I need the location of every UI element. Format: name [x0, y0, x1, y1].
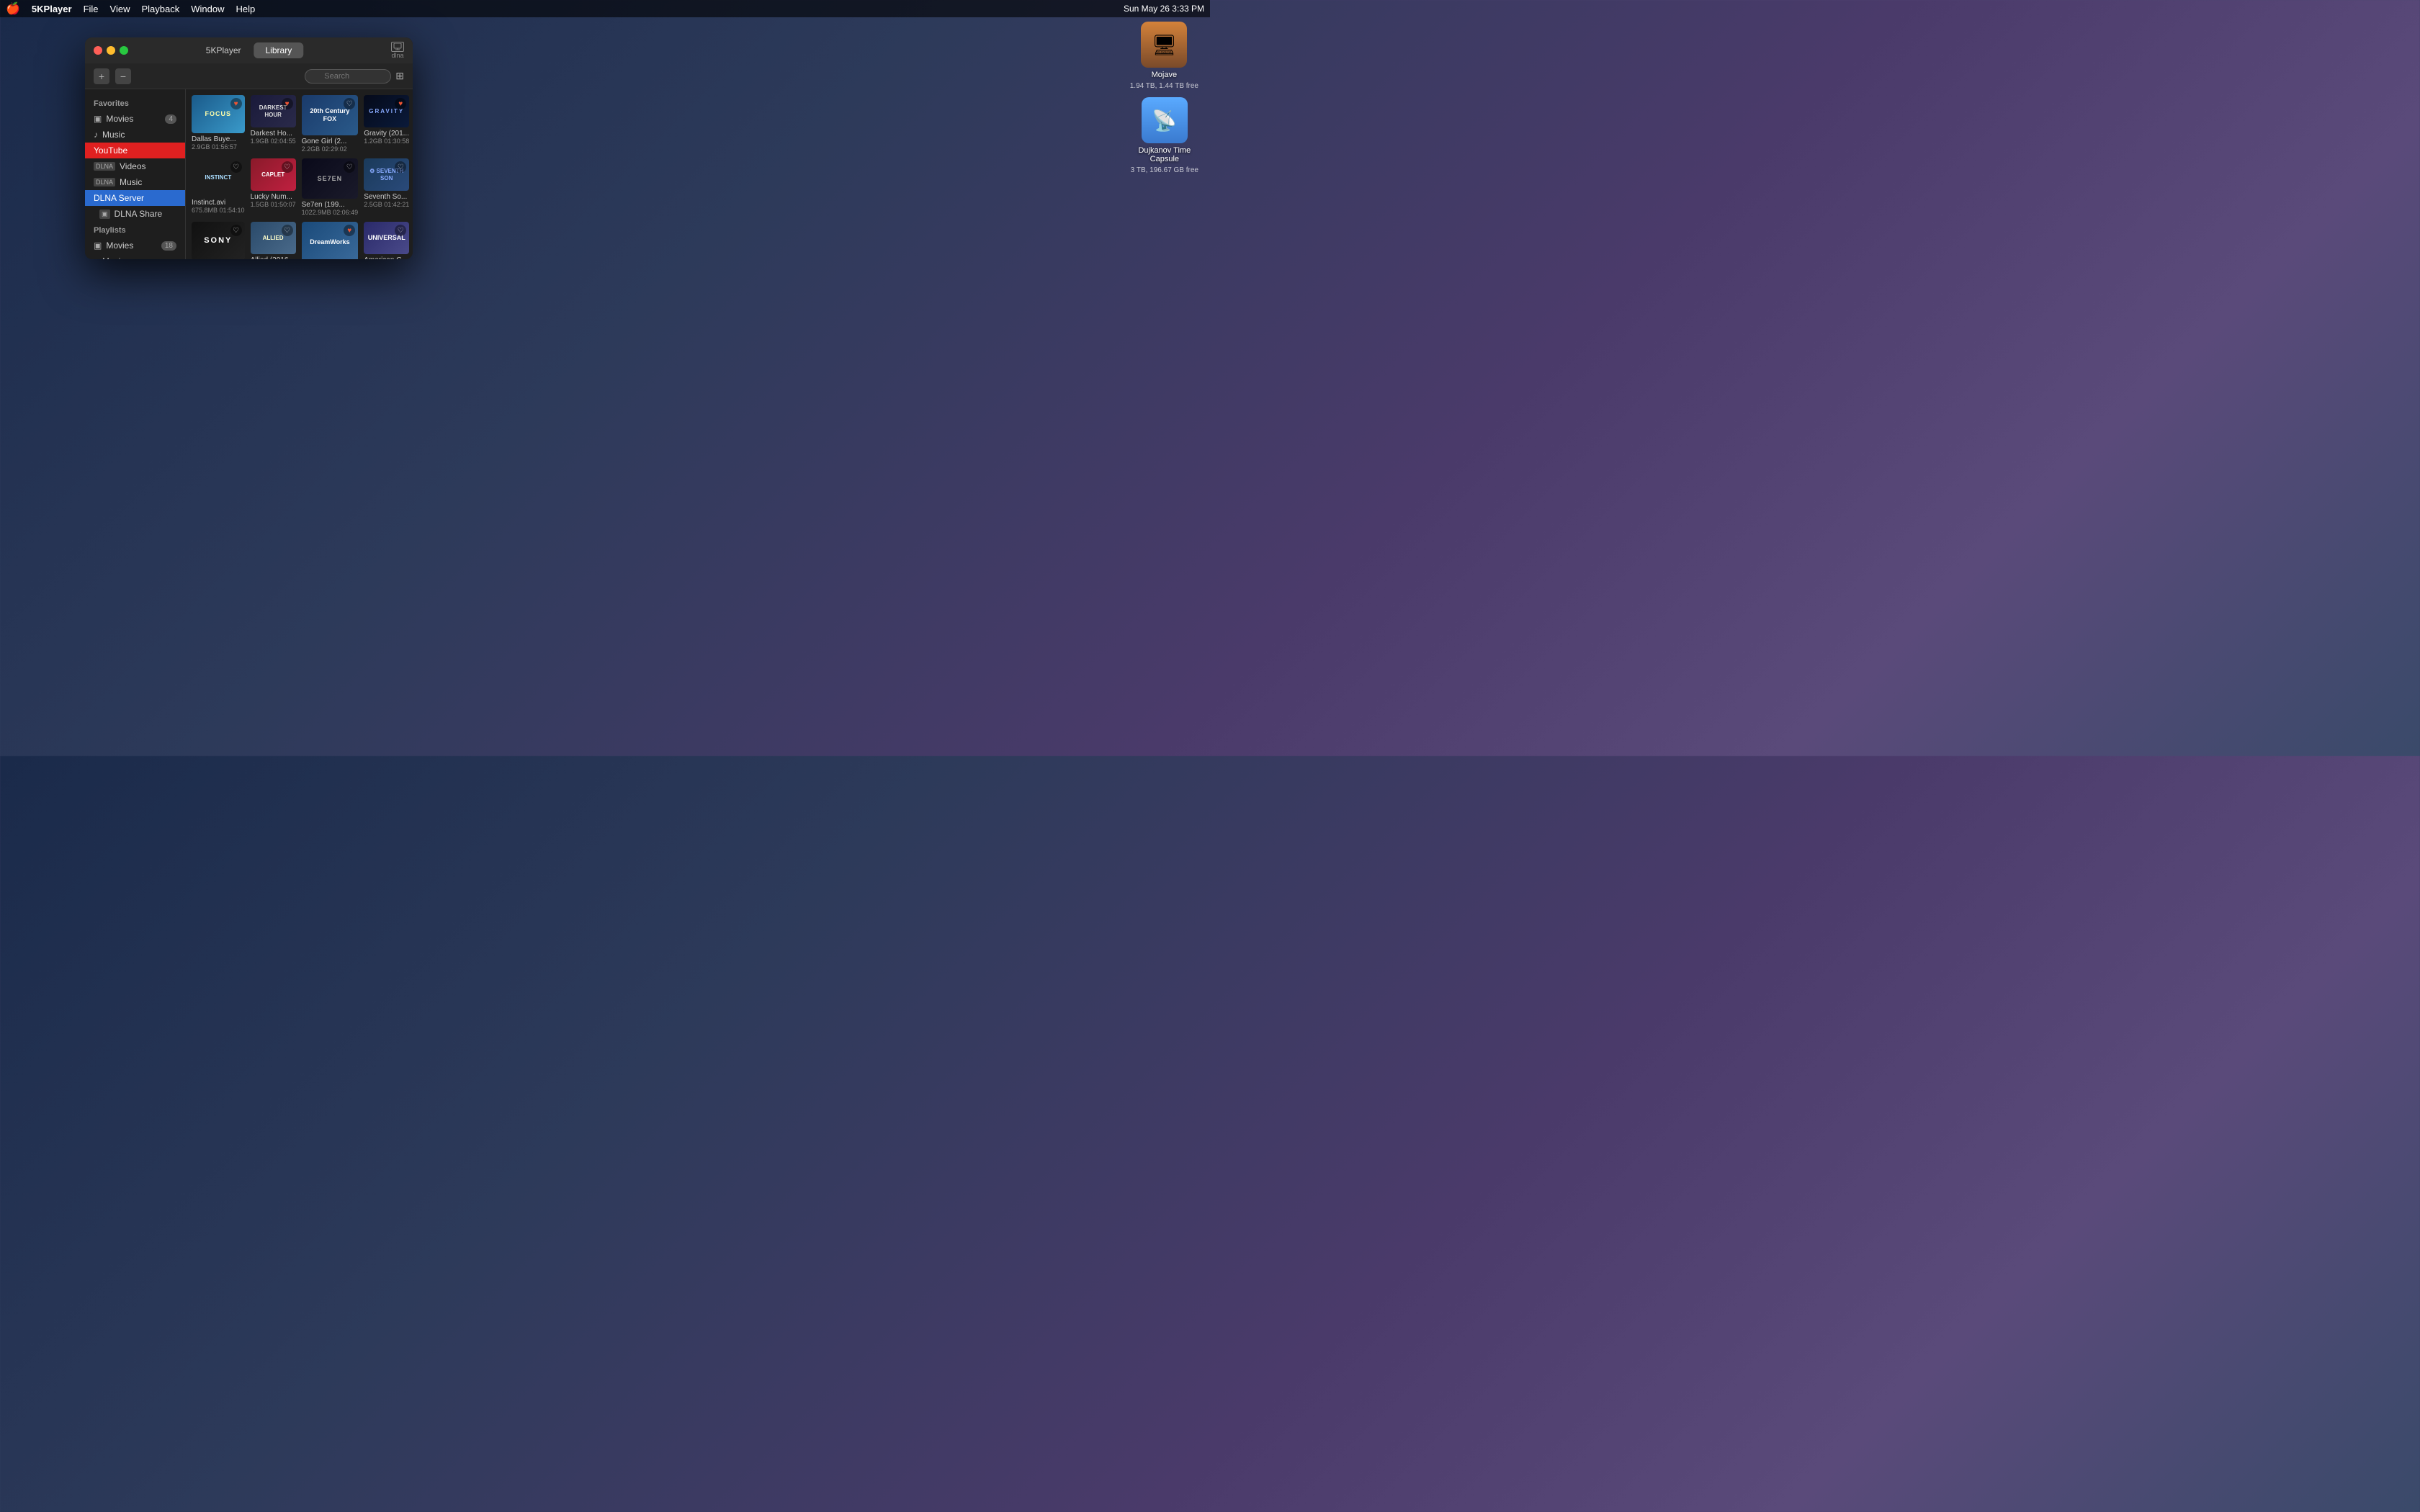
remove-button[interactable]: −: [115, 68, 131, 84]
title-darkest: Darkest Ho...: [251, 130, 296, 138]
meta-darkest: 1.9GB 02:04:55: [251, 138, 296, 145]
title-gravity: Gravity (201...: [364, 130, 409, 138]
sidebar-item-music[interactable]: ♪ Music: [85, 127, 185, 143]
mojave-label: Mojave: [1152, 71, 1177, 79]
tab-library[interactable]: Library: [254, 42, 304, 58]
meta-dallas: 2.9GB 01:56:57: [192, 143, 245, 150]
minimize-button[interactable]: [107, 46, 115, 55]
movie-card-seventh[interactable]: ⚙ SEVENTH SON ♡ Seventh So... 2.5GB 01:4…: [364, 158, 409, 216]
titlebar: 5KPlayer Library dlna: [85, 37, 413, 63]
movie-card-american-g[interactable]: UNIVERSAL ♡ American G... 3.4GB 02:55:45: [364, 222, 409, 259]
playlists-section: Playlists: [85, 222, 185, 238]
sidebar-item-dlna-server[interactable]: DLNA Server: [85, 190, 185, 206]
pl-movies-label: Movies: [106, 240, 133, 251]
movie-card-instinct[interactable]: INSTINCT ♡ Instinct.avi 675.8MB 01:54:10: [192, 158, 245, 216]
sidebar-item-movies[interactable]: ▣ Movies 4: [85, 111, 185, 127]
meta-gonegirl: 2.2GB 02:29:02: [302, 145, 359, 153]
title-allied: Allied (2016...: [251, 256, 296, 259]
menu-window[interactable]: Window: [191, 4, 224, 14]
time-capsule-sublabel: 3 TB, 196.67 GB free: [1131, 166, 1198, 174]
mojave-sublabel: 1.94 TB, 1.44 TB free: [1130, 82, 1198, 90]
heart-instinct[interactable]: ♡: [230, 161, 242, 173]
sidebar-item-dlna-videos[interactable]: DLNA Videos: [85, 158, 185, 174]
movie-grid: FOCUS ♥ Dallas Buye... 2.9GB 01:56:57 DA…: [192, 95, 407, 259]
app-window: 5KPlayer Library dlna + −: [85, 37, 413, 259]
menu-view[interactable]: View: [110, 4, 130, 14]
pl-movies-badge: 18: [161, 241, 176, 251]
sidebar-item-dlna-music[interactable]: DLNA Music: [85, 174, 185, 190]
sidebar-item-dlna-share[interactable]: ▣ DLNA Share: [85, 206, 185, 222]
sidebar-music-label: Music: [102, 130, 125, 140]
title-lucky: Lucky Num...: [251, 193, 296, 201]
dlna-share-label: DLNA Share: [115, 209, 163, 219]
meta-lucky: 1.5GB 01:50:07: [251, 201, 296, 208]
dlna-music-label: Music: [120, 177, 142, 187]
toolbar: + − 🔍 ⊞: [85, 63, 413, 89]
movie-card-dallas[interactable]: FOCUS ♥ Dallas Buye... 2.9GB 01:56:57: [192, 95, 245, 153]
menu-help[interactable]: Help: [236, 4, 255, 14]
music-icon: ♪: [94, 130, 98, 140]
add-button[interactable]: +: [94, 68, 109, 84]
title-gonegirl: Gone Girl (2...: [302, 138, 359, 145]
movie-card-american-b[interactable]: DreamWorks ♥ American B... 1.6GB 02:01:3…: [302, 222, 359, 259]
heart-lucky[interactable]: ♡: [282, 161, 293, 173]
sidebar: Favorites ▣ Movies 4 ♪ Music YouTube DLN…: [85, 89, 186, 259]
movie-card-seven[interactable]: SE7EN ♡ Se7en (199... 1022.9MB 02:06:49: [302, 158, 359, 216]
movie-card-allthemoney[interactable]: SONY ♡ All The Mon... 908.5MB 02:06:33: [192, 222, 245, 259]
movie-card-darkest[interactable]: DARKEST HOUR ♥ Darkest Ho... 1.9GB 02:04…: [251, 95, 296, 153]
movie-card-gonegirl[interactable]: 20th Century FOX ♡ Gone Girl (2... 2.2GB…: [302, 95, 359, 153]
grid-view-icon[interactable]: ⊞: [395, 70, 404, 82]
movie-card-gravity[interactable]: GRAVITY ♥ Gravity (201... 1.2GB 01:30:58: [364, 95, 409, 153]
movie-card-lucky[interactable]: CAPLET ♡ Lucky Num... 1.5GB 01:50:07: [251, 158, 296, 216]
heart-allthemoney[interactable]: ♡: [230, 225, 242, 236]
sidebar-item-youtube[interactable]: YouTube: [85, 143, 185, 158]
movie-card-allied[interactable]: ALLIED ♡ Allied (2016... 3.4GB 02:05:01: [251, 222, 296, 259]
app-menu-5kplayer[interactable]: 5KPlayer: [32, 4, 72, 14]
traffic-lights: [94, 46, 128, 55]
menu-playback[interactable]: Playback: [141, 4, 179, 14]
dlna-share-badge: ▣: [99, 210, 110, 219]
sidebar-item-pl-music[interactable]: ♪ Music: [85, 253, 185, 259]
title-instinct: Instinct.avi: [192, 199, 245, 207]
apple-menu[interactable]: 🍎: [6, 1, 20, 16]
dlna-label: dlna: [391, 52, 403, 59]
dlna-badge-videos: DLNA: [94, 162, 115, 171]
dlna-badge-music: DLNA: [94, 178, 115, 186]
heart-darkest[interactable]: ♥: [282, 98, 293, 109]
main-area: FOCUS ♥ Dallas Buye... 2.9GB 01:56:57 DA…: [186, 89, 413, 259]
pl-music-icon: ♪: [94, 256, 98, 259]
meta-instinct: 675.8MB 01:54:10: [192, 207, 245, 214]
time-capsule-label: Dujkanov Time Capsule: [1136, 146, 1193, 163]
title-seventh: Seventh So...: [364, 193, 409, 201]
pl-music-label: Music: [102, 256, 125, 259]
title-american-g: American G...: [364, 256, 409, 259]
dlna-server-label: DLNA Server: [94, 193, 144, 203]
meta-gravity: 1.2GB 01:30:58: [364, 138, 409, 145]
desktop-icon-mojave[interactable]: 🖥 Mojave 1.94 TB, 1.44 TB free: [1130, 22, 1198, 90]
sidebar-item-pl-movies[interactable]: ▣ Movies 18: [85, 238, 185, 253]
content-area: Favorites ▣ Movies 4 ♪ Music YouTube DLN…: [85, 89, 413, 259]
maximize-button[interactable]: [120, 46, 128, 55]
title-dallas: Dallas Buye...: [192, 135, 245, 143]
youtube-label: YouTube: [94, 145, 127, 156]
tab-5kplayer[interactable]: 5KPlayer: [194, 42, 253, 58]
dlna-button[interactable]: dlna: [391, 42, 404, 59]
meta-seven: 1022.9MB 02:06:49: [302, 209, 359, 216]
menu-file[interactable]: File: [84, 4, 99, 14]
movies-icon: ▣: [94, 114, 102, 124]
movies-badge: 4: [165, 114, 176, 124]
pl-movies-icon: ▣: [94, 240, 102, 251]
favorites-section: Favorites: [85, 95, 185, 111]
heart-dallas[interactable]: ♥: [230, 98, 242, 109]
desktop-icon-time-capsule[interactable]: 📡 Dujkanov Time Capsule 3 TB, 196.67 GB …: [1131, 97, 1198, 174]
menubar: 🍎 5KPlayer File View Playback Window Hel…: [0, 0, 1210, 17]
search-input[interactable]: [305, 69, 391, 84]
meta-seventh: 2.5GB 01:42:21: [364, 201, 409, 208]
title-seven: Se7en (199...: [302, 201, 359, 209]
menubar-time: Sun May 26 3:33 PM: [1124, 4, 1204, 14]
close-button[interactable]: [94, 46, 102, 55]
sidebar-movies-label: Movies: [106, 114, 133, 124]
dlna-videos-label: Videos: [120, 161, 145, 171]
heart-allied[interactable]: ♡: [282, 225, 293, 236]
